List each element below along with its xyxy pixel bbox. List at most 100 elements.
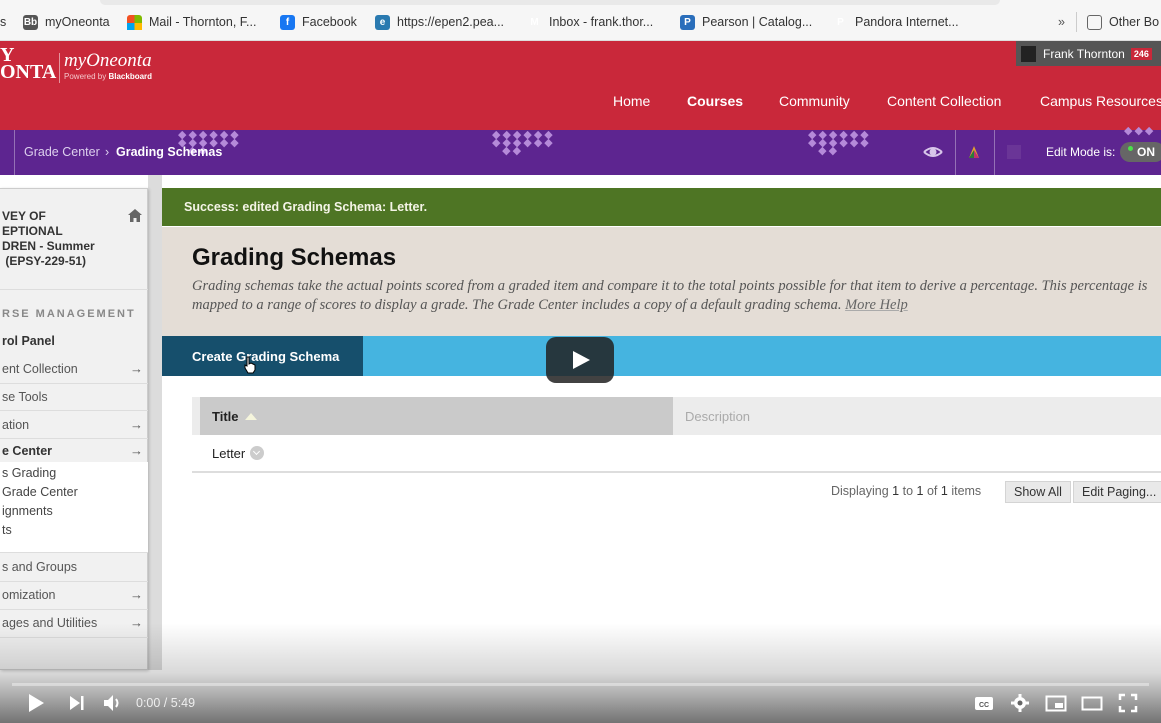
- menu-item-evaluation[interactable]: ation →: [0, 412, 148, 438]
- overflow-chevron-icon: »: [1058, 15, 1065, 29]
- menu-item-grade-center[interactable]: e Center →: [0, 438, 148, 464]
- bookmark-pearson[interactable]: P Pearson | Catalog...: [680, 13, 812, 31]
- paging-from: 1: [892, 484, 900, 498]
- menu-item-label: s and Groups: [2, 560, 78, 574]
- page-header: Grading Schemas Grading schemas take the…: [162, 227, 1161, 336]
- home-icon[interactable]: [128, 209, 142, 222]
- fullscreen-icon[interactable]: [1118, 692, 1138, 714]
- column-title-label: Title: [212, 409, 239, 424]
- column-header-description[interactable]: Description: [685, 409, 750, 424]
- paging-total: 1: [940, 484, 948, 498]
- microsoft-icon: [127, 14, 142, 30]
- bookmark-label: Pearson | Catalog...: [702, 15, 813, 29]
- menu-item-label: omization: [2, 588, 56, 602]
- bookmark-label: Pandora Internet...: [855, 15, 959, 29]
- video-time: 0:00 / 5:49: [136, 696, 196, 710]
- course-toolbar: ◆◆◆◆◆◆ ◆◆◆◆◆◆ ◆◆ ◆◆◆◆◆◆ ◆◆◆◆◆◆ ◆◆ ◆◆◆◆◆◆ ◆◆…: [0, 126, 1161, 175]
- bookmark-epen[interactable]: e https://epen2.pea...: [375, 13, 504, 31]
- edge-e-icon: e: [375, 14, 390, 30]
- folder-icon: [1087, 14, 1102, 30]
- bookmark-label: Mail - Thornton, F...: [149, 15, 257, 29]
- menu-item-label: ent Collection: [2, 362, 78, 376]
- bookmark-label: myOneonta: [45, 15, 110, 29]
- bookmarks-overflow-button[interactable]: »: [1058, 13, 1065, 31]
- menu-item-label: e Center: [2, 444, 53, 458]
- success-message: Success: edited Grading Schema: Letter.: [162, 188, 1161, 226]
- bookmark-label: https://epen2.pea...: [397, 15, 505, 29]
- bookmark-item[interactable]: s: [0, 13, 6, 31]
- hand-cursor-icon: [244, 356, 256, 374]
- menu-divider: [0, 289, 148, 290]
- avatar: [1021, 45, 1036, 62]
- logo-divider: [59, 53, 60, 83]
- bookmark-mail[interactable]: Mail - Thornton, F...: [127, 13, 256, 31]
- show-all-button[interactable]: Show All: [1005, 481, 1071, 503]
- bookmarks-divider: [1076, 12, 1077, 32]
- bookmark-label: Inbox - frank.thor...: [549, 15, 654, 29]
- captions-icon[interactable]: CC: [974, 692, 994, 714]
- sidebar-gutter: [148, 175, 162, 670]
- status-led-icon: [1128, 146, 1133, 151]
- create-grading-schema-button[interactable]: Create Grading Schema: [162, 336, 363, 376]
- nav-community[interactable]: Community: [779, 93, 850, 109]
- miniplayer-icon[interactable]: [1045, 692, 1067, 714]
- submenu-full-grade-center[interactable]: Grade Center: [2, 485, 78, 499]
- notification-badge: 246: [1130, 47, 1152, 60]
- menu-item-control-panel[interactable]: rol Panel: [0, 328, 148, 354]
- video-play-button[interactable]: [546, 337, 614, 383]
- color-palette-icon[interactable]: [966, 144, 982, 160]
- volume-icon[interactable]: [102, 692, 124, 714]
- nav-home[interactable]: Home: [613, 93, 650, 109]
- schema-title[interactable]: Letter: [212, 446, 245, 461]
- decorative-diamonds: ◆◆◆◆◆◆ ◆◆◆◆◆◆ ◆◆: [492, 129, 555, 157]
- nav-courses[interactable]: Courses: [687, 93, 743, 109]
- theater-mode-icon[interactable]: [1081, 692, 1103, 714]
- bookmark-gmail[interactable]: M Inbox - frank.thor...: [527, 13, 653, 31]
- options-menu-icon[interactable]: [250, 446, 265, 460]
- menu-item-content-collection[interactable]: ent Collection →: [0, 356, 148, 382]
- student-preview-icon[interactable]: [921, 142, 945, 162]
- edit-mode-state: ON: [1137, 145, 1155, 159]
- menu-item-users-groups[interactable]: s and Groups: [0, 554, 148, 580]
- menu-item-customization[interactable]: omization →: [0, 582, 148, 608]
- menu-item-label: ation: [2, 418, 30, 432]
- edit-mode-toggle[interactable]: ON: [1120, 142, 1161, 162]
- logo-line: ONTA: [0, 61, 57, 83]
- paging-text: to: [902, 484, 914, 498]
- nav-campus-resources[interactable]: Campus Resources: [1040, 93, 1161, 109]
- course-title[interactable]: VEY OF EPTIONAL DREN - Summer (EPSY-229-…: [2, 209, 95, 269]
- powered-by-text: Powered by Blackboard: [64, 72, 152, 81]
- address-bar-edge: [100, 0, 1000, 5]
- myoneonta-logo[interactable]: myOneonta: [64, 50, 152, 72]
- settings-gear-icon[interactable]: [1010, 692, 1030, 714]
- edit-paging-button[interactable]: Edit Paging...: [1073, 481, 1161, 503]
- breadcrumb-grade-center[interactable]: Grade Center: [24, 145, 100, 159]
- bookmark-other[interactable]: Other Bo: [1087, 13, 1159, 31]
- nav-content-collection[interactable]: Content Collection: [887, 93, 1001, 109]
- submenu-needs-grading[interactable]: s Grading: [2, 466, 56, 480]
- arrow-right-icon: →: [130, 443, 143, 458]
- help-icon[interactable]: [1007, 145, 1021, 159]
- submenu-tests[interactable]: ts: [2, 523, 12, 537]
- pandora-icon: P: [837, 16, 844, 28]
- bookmark-pandora[interactable]: P Pandora Internet...: [833, 13, 959, 31]
- next-icon[interactable]: [68, 692, 86, 714]
- powered-label: Powered by: [64, 72, 107, 81]
- paging-text: items: [951, 484, 982, 498]
- paging-status: Displaying 1 to 1 of 1 items: [831, 484, 981, 498]
- college-logo[interactable]: Y ONTA: [0, 45, 57, 83]
- video-progress-bar[interactable]: [12, 683, 1149, 686]
- submenu-assignments[interactable]: ignments: [2, 504, 53, 518]
- gmail-icon: M: [530, 16, 539, 28]
- table-divider: [192, 471, 1161, 473]
- decorative-diamonds: ◆◆◆◆◆◆ ◆◆◆◆◆◆ ◆◆: [808, 129, 871, 157]
- user-menu[interactable]: Frank Thornton 246: [1016, 41, 1161, 66]
- blackboard-icon: Bb: [23, 14, 38, 30]
- menu-item-course-tools[interactable]: se Tools: [0, 384, 148, 410]
- play-icon[interactable]: [26, 692, 46, 714]
- more-help-link[interactable]: More Help: [845, 297, 908, 313]
- paging-text: Displaying: [831, 484, 889, 498]
- column-header-title[interactable]: Title: [200, 397, 673, 435]
- bookmark-myoneonta[interactable]: Bb myOneonta: [23, 13, 110, 31]
- bookmark-facebook[interactable]: f Facebook: [280, 13, 357, 31]
